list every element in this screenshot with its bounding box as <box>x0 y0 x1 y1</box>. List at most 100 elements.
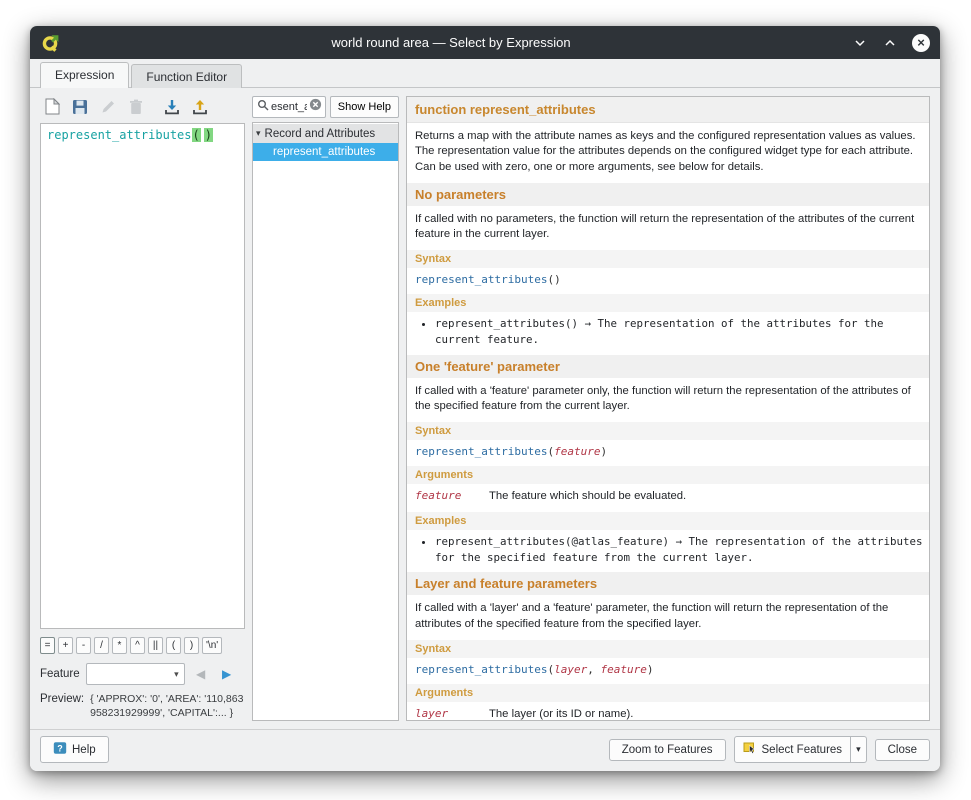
search-input[interactable] <box>269 101 309 113</box>
open-paren-highlight: ( <box>192 128 201 142</box>
help-intro: Returns a map with the attribute names a… <box>407 123 929 181</box>
expander-icon[interactable]: ▾ <box>256 128 261 139</box>
function-name: represent_attributes <box>415 273 547 286</box>
help-section-title: One 'feature' parameter <box>407 355 929 378</box>
delete-expression-button[interactable] <box>124 97 148 119</box>
next-arrow-icon: ▶ <box>222 667 231 681</box>
operator-button-3[interactable]: - <box>76 637 91 654</box>
argument-row: featureThe feature which should be evalu… <box>415 489 921 502</box>
syntax-code: represent_attributes() <box>407 268 929 292</box>
svg-text:?: ? <box>57 743 63 753</box>
argument-name: feature <box>415 489 489 502</box>
tree-group-label: Record and Attributes <box>265 128 376 140</box>
window-close-button[interactable]: × <box>912 34 930 52</box>
operator-button-2[interactable]: + <box>58 637 73 654</box>
help-button[interactable]: ? Help <box>40 736 109 763</box>
syntax-code: represent_attributes(layer, feature) <box>407 658 929 682</box>
help-sections: No parametersIf called with no parameter… <box>407 183 929 720</box>
save-icon <box>72 99 88 118</box>
window-shade-button[interactable] <box>850 33 870 53</box>
next-feature-button[interactable]: ▶ <box>217 664 237 684</box>
tree-group-record-and-attributes[interactable]: ▾ Record and Attributes <box>253 124 398 143</box>
help-section-body: If called with no parameters, the functi… <box>407 206 929 249</box>
select-features-split-button: Select Features ▾ <box>734 736 867 763</box>
edit-expression-button[interactable] <box>96 97 120 119</box>
qgis-logo-icon <box>40 32 62 54</box>
dialog-content: represent_attributes() =+-/*^||()'\n' Fe… <box>30 88 940 729</box>
operator-button-4[interactable]: / <box>94 637 109 654</box>
arguments-list: featureThe feature which should be evalu… <box>407 484 929 510</box>
dialog-footer: ? Help Zoom to Features Select Features … <box>30 729 940 771</box>
preview-value: { 'APPROX': '0', 'AREA': '110,8639582319… <box>90 693 245 721</box>
help-section-body: If called with a 'layer' and a 'feature'… <box>407 595 929 638</box>
function-tree: ▾ Record and Attributes represent_attrib… <box>252 122 399 721</box>
tab-function-editor[interactable]: Function Editor <box>131 64 242 88</box>
argument-name: layer <box>415 707 489 720</box>
operator-row: =+-/*^||()'\n' <box>40 637 245 654</box>
feature-row: Feature ▾ ◀ ▶ <box>40 663 245 685</box>
feature-label: Feature <box>40 668 80 680</box>
new-expression-button[interactable] <box>40 97 64 119</box>
new-file-icon <box>45 98 60 118</box>
titlebar[interactable]: world round area — Select by Expression … <box>30 26 940 59</box>
tree-item-represent-attributes[interactable]: represent_attributes <box>253 143 398 161</box>
search-row: Show Help <box>252 96 399 118</box>
arguments-heading: Arguments <box>407 466 929 484</box>
export-expressions-button[interactable] <box>188 97 212 119</box>
preview-row: Preview: { 'APPROX': '0', 'AREA': '110,8… <box>40 693 245 721</box>
help-column: function represent_attributes Returns a … <box>406 96 930 721</box>
dropdown-arrow-icon: ▾ <box>856 744 861 755</box>
syntax-argument: layer <box>554 663 587 676</box>
close-paren-highlight: ) <box>204 128 213 142</box>
arguments-list: layerThe layer (or its ID or name).featu… <box>407 702 929 720</box>
help-scroll-area[interactable]: function represent_attributes Returns a … <box>407 97 929 720</box>
arguments-heading: Arguments <box>407 684 929 702</box>
function-name: represent_attributes <box>415 663 547 676</box>
trash-icon <box>129 99 143 118</box>
operator-button-8[interactable]: ( <box>166 637 181 654</box>
expression-function-text: represent_attributes <box>47 128 192 142</box>
operator-button-7[interactable]: || <box>148 637 163 654</box>
export-arrow-icon <box>192 99 208 118</box>
select-features-dropdown-button[interactable]: ▾ <box>851 736 867 763</box>
expression-code-editor[interactable]: represent_attributes() <box>40 123 245 629</box>
examples-list: represent_attributes() → The representat… <box>407 316 929 347</box>
save-expression-button[interactable] <box>68 97 92 119</box>
tab-expression[interactable]: Expression <box>40 62 129 88</box>
previous-arrow-icon: ◀ <box>196 667 205 681</box>
previous-feature-button[interactable]: ◀ <box>191 664 211 684</box>
syntax-heading: Syntax <box>407 422 929 440</box>
select-features-button[interactable]: Select Features <box>734 736 852 763</box>
examples-heading: Examples <box>407 294 929 312</box>
window-maximize-button[interactable] <box>880 33 900 53</box>
syntax-code: represent_attributes(feature) <box>407 440 929 464</box>
operator-button-1[interactable]: = <box>40 637 55 654</box>
help-button-label: Help <box>72 744 96 756</box>
examples-heading: Examples <box>407 512 929 530</box>
operator-button-10[interactable]: '\n' <box>202 637 222 654</box>
help-section-title: No parameters <box>407 183 929 206</box>
import-arrow-icon <box>164 99 180 118</box>
select-features-label: Select Features <box>762 744 843 756</box>
window-title: world round area — Select by Expression <box>62 35 840 50</box>
syntax-argument: feature <box>600 663 646 676</box>
expression-toolbar <box>40 96 245 120</box>
preview-label: Preview: <box>40 693 84 705</box>
argument-description: The layer (or its ID or name). <box>489 708 633 720</box>
operator-button-5[interactable]: * <box>112 637 127 654</box>
operator-button-6[interactable]: ^ <box>130 637 145 654</box>
import-expressions-button[interactable] <box>160 97 184 119</box>
example-item: represent_attributes(@atlas_feature) → T… <box>435 534 929 565</box>
close-icon: × <box>917 36 925 49</box>
close-button[interactable]: Close <box>875 739 930 761</box>
search-input-wrapper[interactable] <box>252 96 326 118</box>
dialog-tabbar: Expression Function Editor <box>30 59 940 88</box>
help-function-title: function represent_attributes <box>407 97 929 123</box>
search-icon <box>257 98 269 116</box>
show-help-button[interactable]: Show Help <box>330 96 399 118</box>
operator-button-9[interactable]: ) <box>184 637 199 654</box>
syntax-heading: Syntax <box>407 640 929 658</box>
feature-combobox[interactable]: ▾ <box>86 663 185 685</box>
clear-search-icon[interactable] <box>309 98 322 116</box>
zoom-to-features-button[interactable]: Zoom to Features <box>609 739 726 761</box>
